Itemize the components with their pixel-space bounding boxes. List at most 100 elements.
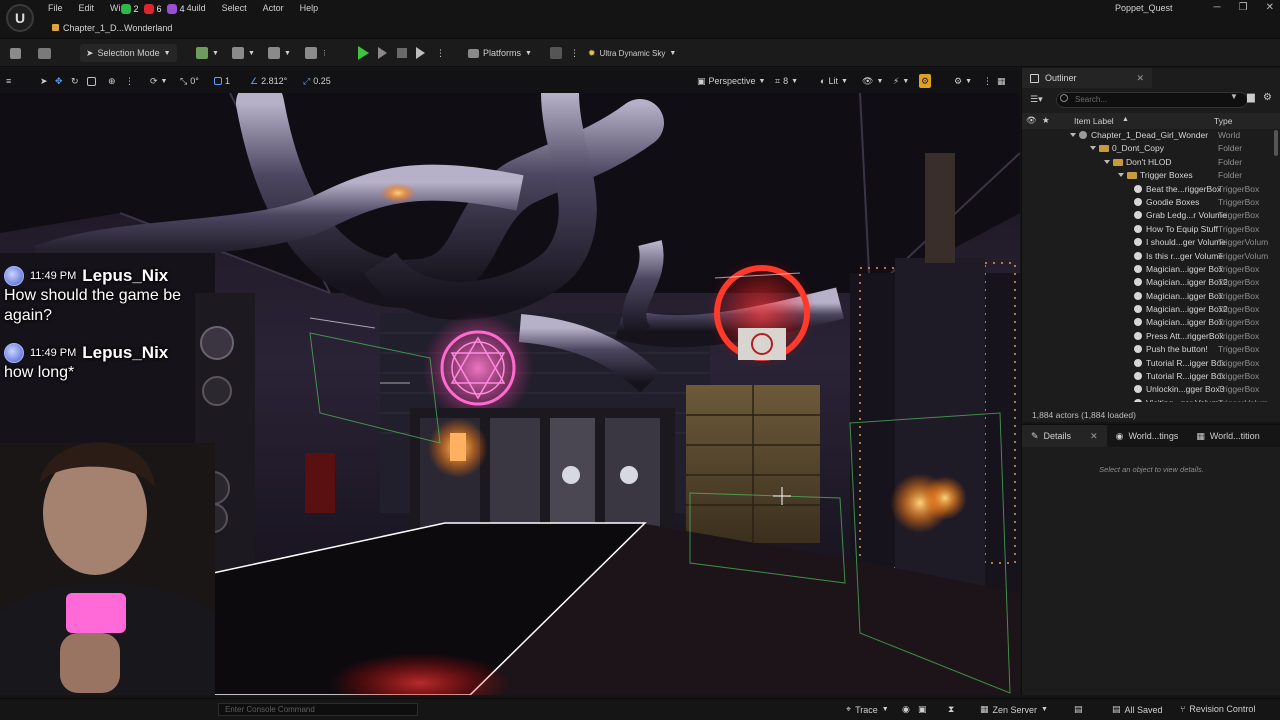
hourglass-icon[interactable]: ⧗ xyxy=(948,704,954,715)
close-icon[interactable]: ✕ xyxy=(1266,0,1274,16)
restore-icon[interactable]: ❐ xyxy=(1239,0,1248,16)
search-input[interactable]: Search... xyxy=(1056,92,1248,108)
trace-dropdown[interactable]: ⌖ Trace ▼ xyxy=(846,704,889,715)
outliner-row[interactable]: Trigger Boxes Folder xyxy=(1022,169,1273,182)
menu-help[interactable]: Help xyxy=(292,0,327,17)
settings-icon[interactable] xyxy=(550,45,562,61)
menu-build[interactable]: 4uild xyxy=(187,0,214,17)
scale-tool-icon[interactable] xyxy=(87,74,96,88)
outliner-row[interactable]: How To Equip Stuff TriggerBox xyxy=(1022,223,1273,236)
minimize-icon[interactable]: ─ xyxy=(1214,0,1221,16)
outliner-scrollbar[interactable] xyxy=(1274,130,1278,156)
tab-world-partition[interactable]: ▦ World...tition xyxy=(1187,425,1268,447)
cinematics-button[interactable]: ▼ xyxy=(268,45,291,61)
add-folder-icon[interactable]: ▆ xyxy=(1247,92,1255,103)
content-browser-icon[interactable] xyxy=(38,45,51,61)
outliner-row[interactable]: Magician...igger Box2 TriggerBox xyxy=(1022,303,1273,316)
revision-control-dropdown[interactable]: ⑂ Revision Control xyxy=(1180,704,1255,714)
viewport-menu-icon[interactable]: ≡ xyxy=(6,74,11,88)
outliner-row[interactable]: Beat the...riggerBox TriggerBox xyxy=(1022,183,1273,196)
filter-icon[interactable]: ☰▾ xyxy=(1030,94,1043,105)
viewport-options-icon[interactable]: ⋮ xyxy=(983,74,992,88)
record-icon[interactable]: ◉ xyxy=(902,704,910,715)
sky-dropdown[interactable]: ✹ Ultra Dynamic Sky ▼ xyxy=(588,45,676,61)
outliner-row[interactable]: Press Att...riggerBox TriggerBox xyxy=(1022,330,1273,343)
layout-icon[interactable]: ▦ xyxy=(997,74,1006,88)
add-actor-button[interactable]: ▼ xyxy=(196,45,219,61)
performance-icon[interactable]: ⚡ ▼ xyxy=(893,74,909,88)
move-tool-icon[interactable]: ✥ xyxy=(55,74,63,88)
gear-icon[interactable]: ⚙ xyxy=(1263,92,1272,103)
chevron-down-icon[interactable]: ▼ xyxy=(1230,92,1238,101)
level-viewport[interactable]: ≡ ➤ ✥ ↻ ⊕ ⋮ ⟳ ▼ ⤡ 0° 1 ∠ 2.812° ⤢ 0.25 ▣ Pers… xyxy=(0,68,1020,695)
outliner-row[interactable]: Push the button! TriggerBox xyxy=(1022,343,1273,356)
show-flags-icon[interactable]: 👁 ▼ xyxy=(862,74,883,88)
grid-snap-icon[interactable]: ⟳ ▼ xyxy=(150,74,167,88)
selection-mode-dropdown[interactable]: ➤ Selection Mode ▼ xyxy=(80,44,177,62)
outliner-row[interactable]: Magician...igger Box TriggerBox xyxy=(1022,263,1273,276)
tab-world-settings[interactable]: ◉ World...tings xyxy=(1107,425,1188,447)
visibility-icon[interactable]: 👁 xyxy=(1026,115,1037,126)
outliner-row[interactable]: I should...ger Volume TriggerVolum xyxy=(1022,236,1273,249)
surface-snap-icon[interactable]: ⋮ xyxy=(125,74,134,88)
rotation-snap[interactable]: ⤡ 0° xyxy=(180,74,199,88)
zen-server-dropdown[interactable]: ▦ Zen Server ▼ xyxy=(980,704,1048,715)
world-local-icon[interactable]: ⊕ xyxy=(108,74,116,88)
unreal-logo-icon[interactable]: U xyxy=(6,4,34,32)
eject-button[interactable] xyxy=(416,45,425,61)
star-icon[interactable]: ★ xyxy=(1042,115,1050,126)
save-status[interactable]: ▤ All Saved xyxy=(1112,704,1163,715)
rotate-tool-icon[interactable]: ↻ xyxy=(71,74,79,88)
outliner-row[interactable]: Grab Ledg...r Volume TriggerBox xyxy=(1022,209,1273,222)
camera-speed[interactable]: ⌗ 8 ▼ xyxy=(775,74,798,88)
platforms-dropdown[interactable]: Platforms ▼ xyxy=(468,45,532,61)
outliner-row[interactable]: Unlockin...gger Box3 TriggerBox xyxy=(1022,383,1273,396)
outliner-row[interactable]: Magician...igger Box TriggerBox xyxy=(1022,316,1273,329)
close-icon[interactable]: ✕ xyxy=(1137,73,1145,84)
outliner-row[interactable]: Tutorial R...igger Box TriggerBox xyxy=(1022,357,1273,370)
outliner-row[interactable]: Magician...igger Box2 TriggerBox xyxy=(1022,276,1273,289)
outliner-row[interactable]: Goodie Boxes TriggerBox xyxy=(1022,196,1273,209)
expand-arrow-icon[interactable] xyxy=(1104,159,1110,164)
outliner-row[interactable]: 0_Dont_Copy Folder xyxy=(1022,142,1273,155)
level-tab[interactable]: Chapter_1_D...Wonderland xyxy=(52,19,172,36)
blueprints-button[interactable]: ▼ xyxy=(232,45,255,61)
outliner-row[interactable]: Magician...igger Box TriggerBox xyxy=(1022,290,1273,303)
viewport-settings-icon[interactable]: ⚙ ▼ xyxy=(954,74,972,88)
lit-dropdown[interactable]: ◐ Lit ▼ xyxy=(820,74,848,88)
outliner-row[interactable]: Don't HLOD Folder xyxy=(1022,156,1273,169)
expand-arrow-icon[interactable] xyxy=(1070,133,1076,137)
type-column[interactable]: Type xyxy=(1214,116,1232,126)
build-button[interactable]: ⋮ xyxy=(305,45,328,61)
scale-value[interactable]: 1 xyxy=(214,74,230,88)
scale-snap[interactable]: ⤢ 0.25 xyxy=(303,74,331,88)
select-tool-icon[interactable]: ➤ xyxy=(40,74,48,88)
expand-arrow-icon[interactable] xyxy=(1090,146,1096,151)
outliner-row[interactable]: Chapter_1_Dead_Girl_Wonder World xyxy=(1022,129,1273,142)
snapshot-icon[interactable]: ▣ xyxy=(918,704,927,715)
menu-window[interactable]: Wi xyxy=(102,0,123,17)
outliner-row[interactable]: Visiting...ger VolumeTriggerVolum xyxy=(1022,397,1273,402)
outliner-row[interactable]: Tutorial R...igger Box TriggerBox xyxy=(1022,370,1273,383)
advance-frame-button[interactable] xyxy=(378,45,387,61)
play-options-icon[interactable]: ⋮ xyxy=(436,45,445,61)
outliner-row[interactable]: Is this r...ger Volume TriggerVolum xyxy=(1022,250,1273,263)
item-label-column[interactable]: Item Label xyxy=(1074,116,1114,126)
more-icon[interactable]: ⋮ xyxy=(570,45,579,61)
save-icon[interactable] xyxy=(10,45,21,61)
play-button[interactable] xyxy=(358,45,369,61)
menu-file[interactable]: File xyxy=(40,0,71,17)
grid-size[interactable]: ∠ 2.812° xyxy=(250,74,287,88)
menu-select[interactable]: Select xyxy=(214,0,255,17)
perspective-dropdown[interactable]: ▣ Perspective ▼ xyxy=(697,74,765,88)
menu-edit[interactable]: Edit xyxy=(71,0,103,17)
expand-arrow-icon[interactable] xyxy=(1118,173,1124,178)
source-control-icon[interactable]: ▤ xyxy=(1074,704,1083,715)
console-input[interactable]: Enter Console Command xyxy=(218,703,418,716)
menu-actor[interactable]: Actor xyxy=(255,0,292,17)
tab-details[interactable]: ✎ Details ✕ xyxy=(1022,425,1107,447)
stop-button[interactable] xyxy=(397,45,407,61)
outliner-tab[interactable]: Outliner ✕ xyxy=(1022,68,1153,88)
realtime-toggle-icon[interactable]: ⚙ xyxy=(919,74,932,88)
close-icon[interactable]: ✕ xyxy=(1090,431,1098,442)
